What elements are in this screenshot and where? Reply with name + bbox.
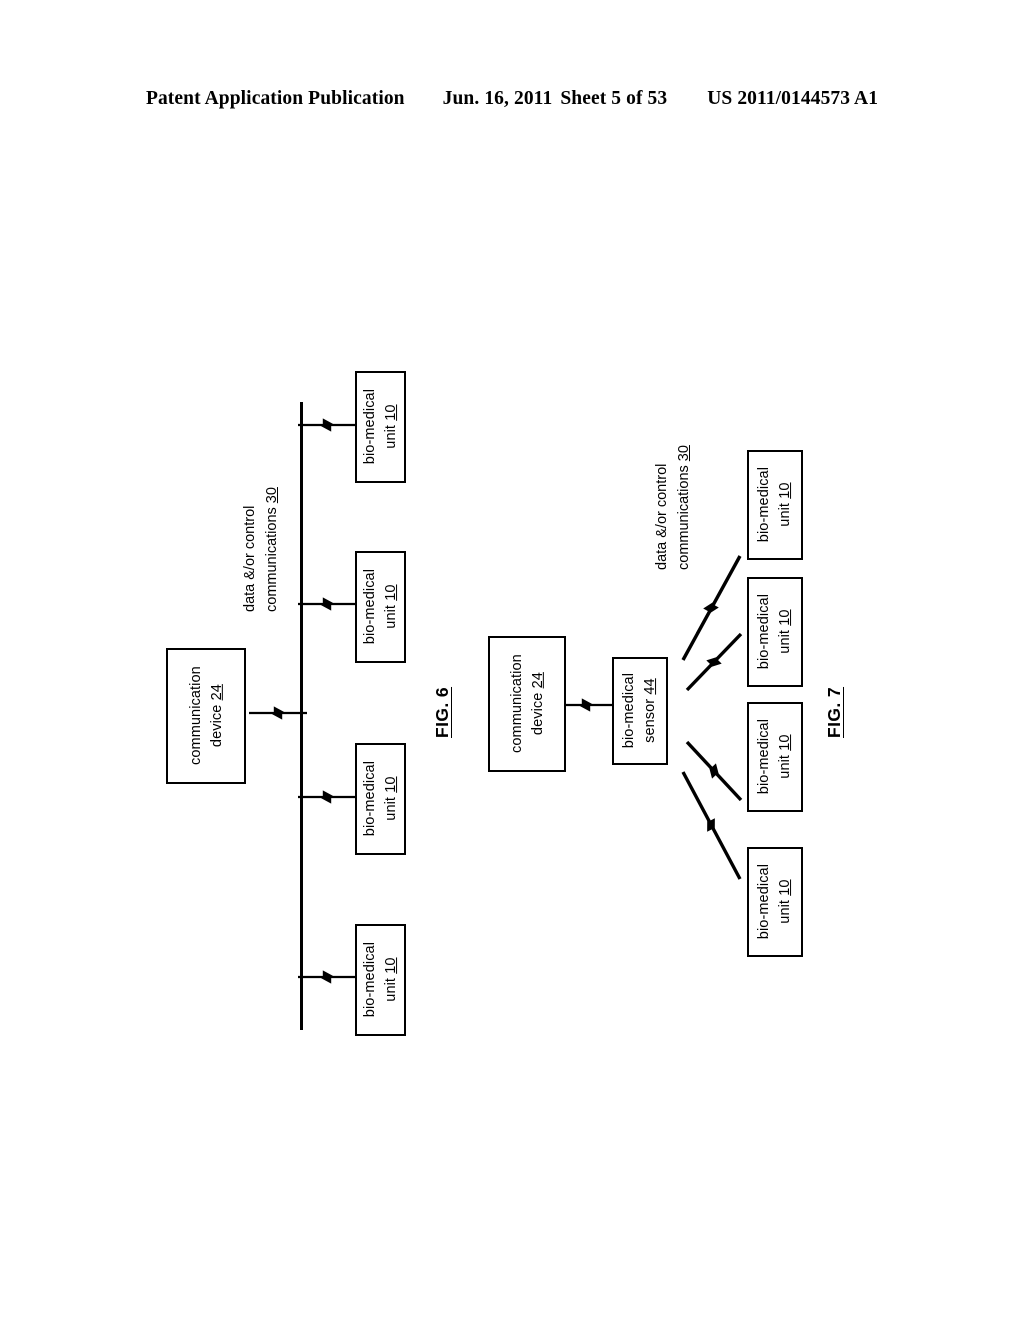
fig6-unit-4-ref: 10 [382,957,399,975]
fig7-link-unit-4 [681,771,742,880]
fig7-communication-device-label: communication device 24 [506,655,547,754]
header-sheet: Sheet 5 of 53 [560,88,668,109]
fig6-unit-4-line2: unit 10 [382,957,399,1003]
fig7-unit-4-ref: 10 [777,879,793,897]
fig6-unit-1-line1: bio-medical [361,389,378,465]
fig7-sensor-ref: 44 [642,678,658,696]
fig7-link-unit-1 [681,555,742,661]
fig6-unit-2-line1: bio-medical [361,569,378,645]
fig7-bio-medical-unit-box-4: bio-medical unit 10 [747,847,803,957]
fig6-caption: FIG. 6 [432,686,452,738]
fig7-unit-4-label: bio-medical unit 10 [754,864,795,939]
fig7-link-line1: data &/or control [654,463,670,570]
fig7-unit-1-label: bio-medical unit 10 [754,467,795,542]
header-publication: Patent Application Publication [145,88,405,109]
fig7-bio-medical-unit-box-1: bio-medical unit 10 [747,450,803,560]
fig7-comm-ref: 24 [529,672,546,689]
fig7-unit-1-ref: 10 [777,482,793,500]
fig6-unit-3-ref: 10 [382,776,399,794]
fig7-link-unit-2 [685,632,743,692]
fig6-communication-device-box: communication device 24 [166,648,246,784]
fig6-unit-1-label: bio-medical unit 10 [360,389,401,464]
fig7-sensor-line2: sensor 44 [642,678,658,744]
fig7-unit-2-line2: unit 10 [777,609,793,655]
fig7-unit-1-line1: bio-medical [756,467,773,543]
fig6-comm-line1: communication [187,666,204,766]
fig6-link-line2: communications 30 [263,487,280,612]
fig7-comm-line1: communication [508,654,525,754]
fig6-unit-1-line2: unit 10 [382,404,399,450]
fig6-link-ref: 30 [263,487,280,504]
fig6-unit-1-ref: 10 [382,404,399,422]
fig6-bio-medical-unit-box-3: bio-medical unit 10 [355,743,406,855]
fig7-link-line2: communications 30 [675,445,692,570]
fig7-sensor-line1: bio-medical [621,673,638,749]
fig7-unit-4-line2: unit 10 [777,879,793,925]
patent-drawing-page: Patent Application Publication Jun. 16, … [0,0,1024,1320]
fig7-unit-2-ref: 10 [777,609,793,627]
fig7-link-ref: 30 [675,445,692,462]
fig6-unit-3-line1: bio-medical [361,761,378,837]
header-date: Jun. 16, 2011 [442,88,553,109]
fig6-bolt-unit-2 [298,597,356,611]
header-patent-number: US 2011/0144573 A1 [707,88,879,109]
fig6-bolt-unit-3 [298,790,356,804]
fig7-unit-3-ref: 10 [777,734,793,752]
fig6-bio-medical-unit-box-2: bio-medical unit 10 [355,551,406,663]
fig6-unit-4-label: bio-medical unit 10 [360,942,401,1017]
fig7-unit-3-line2: unit 10 [777,734,793,780]
fig6-unit-4-line1: bio-medical [361,942,378,1018]
fig7-unit-1-line2: unit 10 [777,482,793,528]
fig6-comm-line2: device 24 [208,684,225,748]
fig7-bio-medical-sensor-box: bio-medical sensor 44 [612,657,668,765]
fig6-bio-medical-unit-box-4: bio-medical unit 10 [355,924,406,1036]
fig7-comm-line2: device 24 [529,672,546,736]
fig6-bolt-unit-1 [298,418,356,432]
page-header: Patent Application Publication Jun. 16, … [0,88,1024,116]
fig7-unit-2-label: bio-medical unit 10 [754,594,795,669]
fig7-unit-3-line1: bio-medical [756,719,773,795]
fig7-bio-medical-unit-box-2: bio-medical unit 10 [747,577,803,687]
fig7-unit-3-label: bio-medical unit 10 [754,719,795,794]
fig6-communication-device-label: communication device 24 [185,667,226,766]
fig6-bolt-unit-4 [298,970,356,984]
fig6-comm-ref: 24 [208,684,225,701]
fig6-link-label: data &/or control communications 30 [240,487,284,612]
fig7-link-label: data &/or control communications 30 [652,445,696,570]
fig6-bus-line [300,402,304,1030]
fig7-communication-device-box: communication device 24 [488,636,566,772]
fig7-link-unit-3 [685,740,743,802]
fig6-bolt-comm-to-bus [249,706,307,720]
fig6-link-line1: data &/or control [242,505,258,612]
fig7-sensor-label: bio-medical sensor 44 [619,673,660,748]
fig6-unit-3-line2: unit 10 [382,776,399,822]
fig6-unit-2-line2: unit 10 [382,584,399,630]
fig6-unit-3-label: bio-medical unit 10 [360,761,401,836]
fig6-bio-medical-unit-box-1: bio-medical unit 10 [355,371,406,483]
fig7-caption: FIG. 7 [824,686,844,738]
fig7-bio-medical-unit-box-3: bio-medical unit 10 [747,702,803,812]
fig6-unit-2-ref: 10 [382,584,399,602]
fig7-unit-2-line1: bio-medical [756,594,773,670]
fig7-unit-4-line1: bio-medical [756,864,773,940]
fig6-unit-2-label: bio-medical unit 10 [360,569,401,644]
